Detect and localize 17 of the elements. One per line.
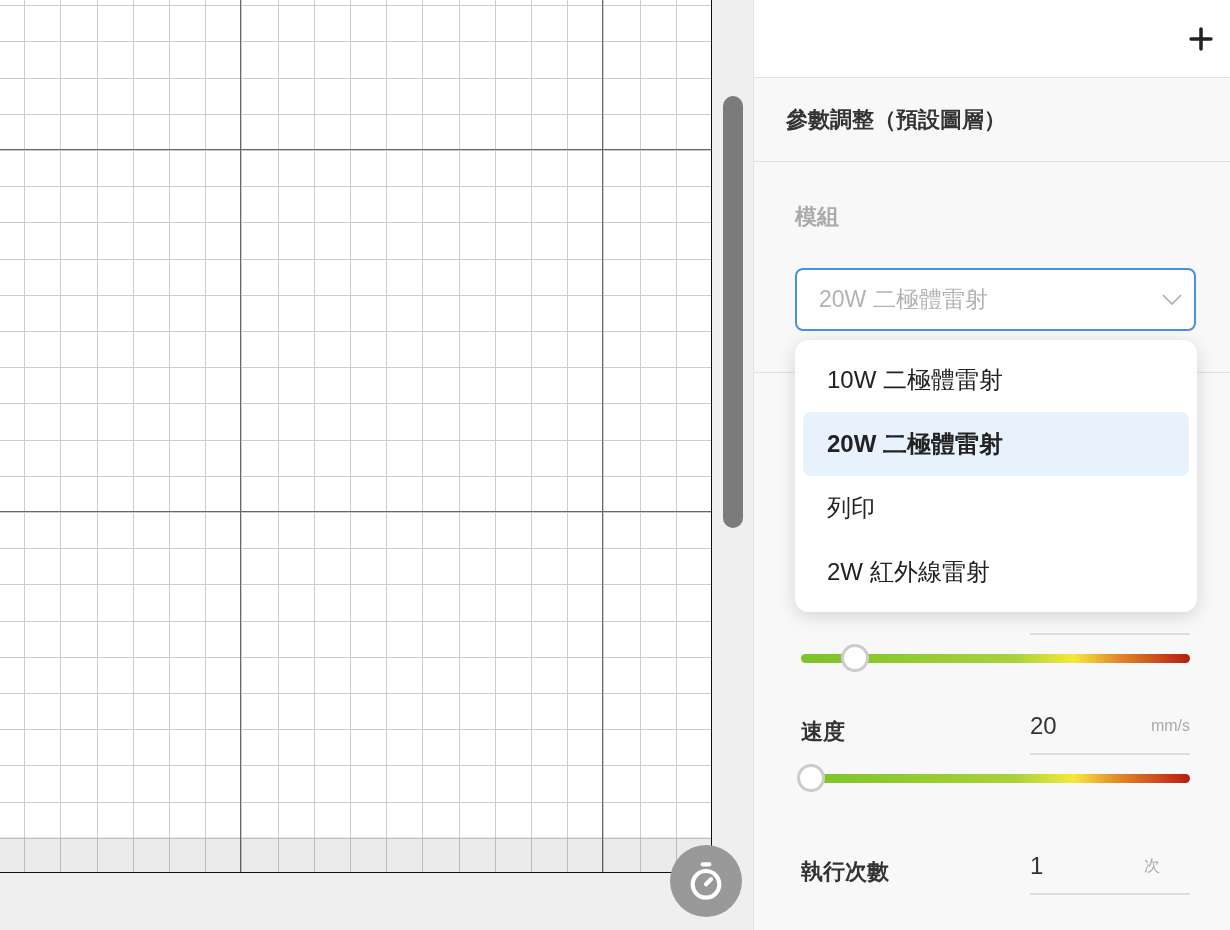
passes-field[interactable]: 1 次 xyxy=(1030,839,1190,895)
speed-label: 速度 xyxy=(801,718,845,746)
dropdown-option[interactable]: 20W 二極體雷射 xyxy=(803,412,1189,476)
slider-handle[interactable] xyxy=(841,644,870,672)
dropdown-option[interactable]: 2W 紅外線雷射 xyxy=(803,540,1189,604)
slider-handle[interactable] xyxy=(796,764,825,792)
passes-unit: 次 xyxy=(1144,855,1160,876)
dropdown-option[interactable]: 列印 xyxy=(803,476,1189,540)
speed-unit: mm/s xyxy=(1150,717,1190,735)
panel-title: 參數調整（預設圖層） xyxy=(786,105,1006,134)
speed-field[interactable]: 20 mm/s xyxy=(1030,699,1190,755)
passes-label: 執行次數 xyxy=(801,858,889,886)
slider[interactable] xyxy=(801,645,1190,671)
dropdown-option[interactable]: 10W 二極體雷射 xyxy=(803,348,1189,412)
module-label: 模組 xyxy=(795,203,840,231)
scrollbar-thumb[interactable] xyxy=(722,96,743,528)
chevron-down-icon xyxy=(1162,294,1182,305)
